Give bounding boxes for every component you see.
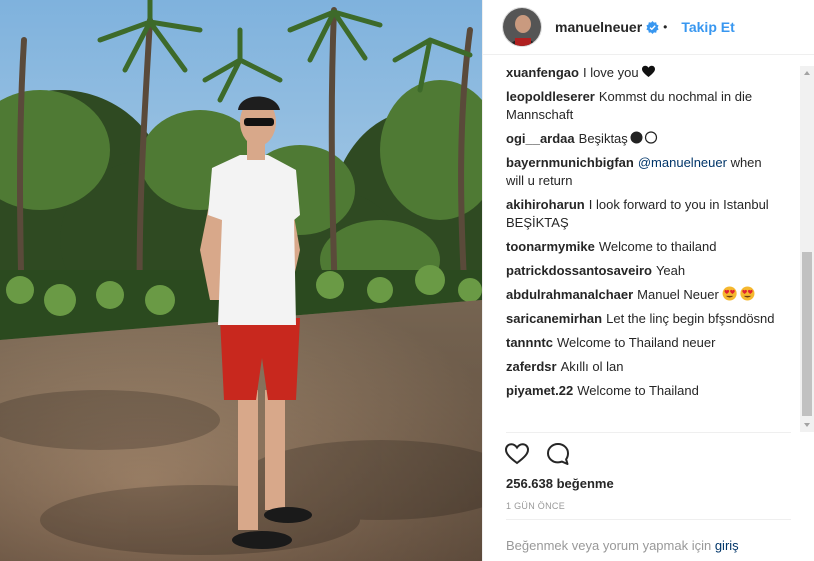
heart-eyes-emoji-icon (722, 286, 755, 301)
comment-username[interactable]: toonarmymike (506, 239, 595, 254)
comment-username[interactable]: abdulrahmanalchaer (506, 287, 633, 302)
verified-badge-icon (646, 20, 659, 34)
header-separator: • (663, 20, 668, 34)
comment-item: saricanemirhan Let the linç begin bfşsndö… (506, 310, 776, 328)
comment-text: I love you (582, 65, 639, 80)
comment-item: tannntc Welcome to Thailand neuer (506, 334, 776, 352)
comments-list[interactable]: xuanfengao I love you leopoldleserer Kommst… (506, 64, 776, 430)
comment-username[interactable]: tannntc (506, 335, 553, 350)
comment-item: toonarmymike Welcome to thailand (506, 238, 776, 256)
follow-button[interactable]: Takip Et (681, 19, 734, 35)
comment-username[interactable]: patrickdossantosaveiro (506, 263, 652, 278)
login-prompt-text: Beğenmek veya yorum yapmak için (506, 538, 712, 553)
login-prompt: Beğenmek veya yorum yapmak için giriş (506, 538, 739, 553)
black-heart-icon (641, 65, 655, 77)
post-username[interactable]: manuelneuer (555, 19, 642, 35)
comment-text: Akıllı ol lan (560, 359, 624, 374)
comment-username[interactable]: ogi__ardaa (506, 131, 575, 146)
comment-username[interactable]: piyamet.22 (506, 383, 573, 398)
heart-outline-icon[interactable] (504, 441, 530, 467)
comment-text: Welcome to Thailand neuer (556, 335, 716, 350)
comment-username[interactable]: xuanfengao (506, 65, 579, 80)
post-timestamp: 1 GÜN ÖNCE (506, 501, 566, 511)
post-image (0, 0, 482, 561)
scroll-thumb[interactable] (802, 252, 812, 416)
comment-username[interactable]: bayernmunichbigfan (506, 155, 634, 170)
black-white-circles-icon (630, 131, 657, 144)
avatar[interactable] (502, 7, 542, 47)
comment-text: Welcome to thailand (598, 239, 717, 254)
likes-count[interactable]: 256.638 beğenme (506, 476, 614, 491)
scroll-up-arrow-icon[interactable] (800, 66, 814, 80)
post-header: manuelneuer • Takip Et (502, 6, 798, 48)
comment-item: leopoldleserer Kommst du nochmal in die M… (506, 88, 776, 124)
comment-bubble-icon[interactable] (545, 441, 571, 467)
comment-item: patrickdossantosaveiro Yeah (506, 262, 776, 280)
comment-text: Let the linç begin bfşsndösnd (606, 311, 775, 326)
comment-item: ogi__ardaa Beşiktaş (506, 130, 776, 148)
comment-username[interactable]: zaferdsr (506, 359, 557, 374)
post-actions (504, 441, 586, 467)
scroll-down-arrow-icon[interactable] (800, 418, 814, 432)
post-photo[interactable] (0, 0, 482, 561)
footer-divider (506, 519, 791, 520)
comment-username[interactable]: saricanemirhan (506, 311, 602, 326)
comment-text: Welcome to Thailand (577, 383, 699, 398)
comment-item: xuanfengao I love you (506, 64, 776, 82)
comment-item: piyamet.22 Welcome to Thailand (506, 382, 776, 400)
login-link[interactable]: giriş (715, 538, 739, 553)
comment-item: akihiroharun I look forward to you in Ist… (506, 196, 776, 232)
comment-text: Manuel Neuer (637, 287, 719, 302)
comment-mention[interactable]: @manuelneuer (638, 155, 727, 170)
comment-username[interactable]: leopoldleserer (506, 89, 595, 104)
comment-item: zaferdsr Akıllı ol lan (506, 358, 776, 376)
comments-scrollbar[interactable] (800, 66, 814, 432)
comment-item: abdulrahmanalchaer Manuel Neuer (506, 286, 776, 304)
comments-divider (506, 432, 791, 433)
comment-username[interactable]: akihiroharun (506, 197, 585, 212)
comment-item: bayernmunichbigfan @manuelneuer when will… (506, 154, 776, 190)
header-divider (482, 54, 814, 55)
comment-text: Yeah (655, 263, 686, 278)
comment-text: Beşiktaş (578, 131, 628, 146)
